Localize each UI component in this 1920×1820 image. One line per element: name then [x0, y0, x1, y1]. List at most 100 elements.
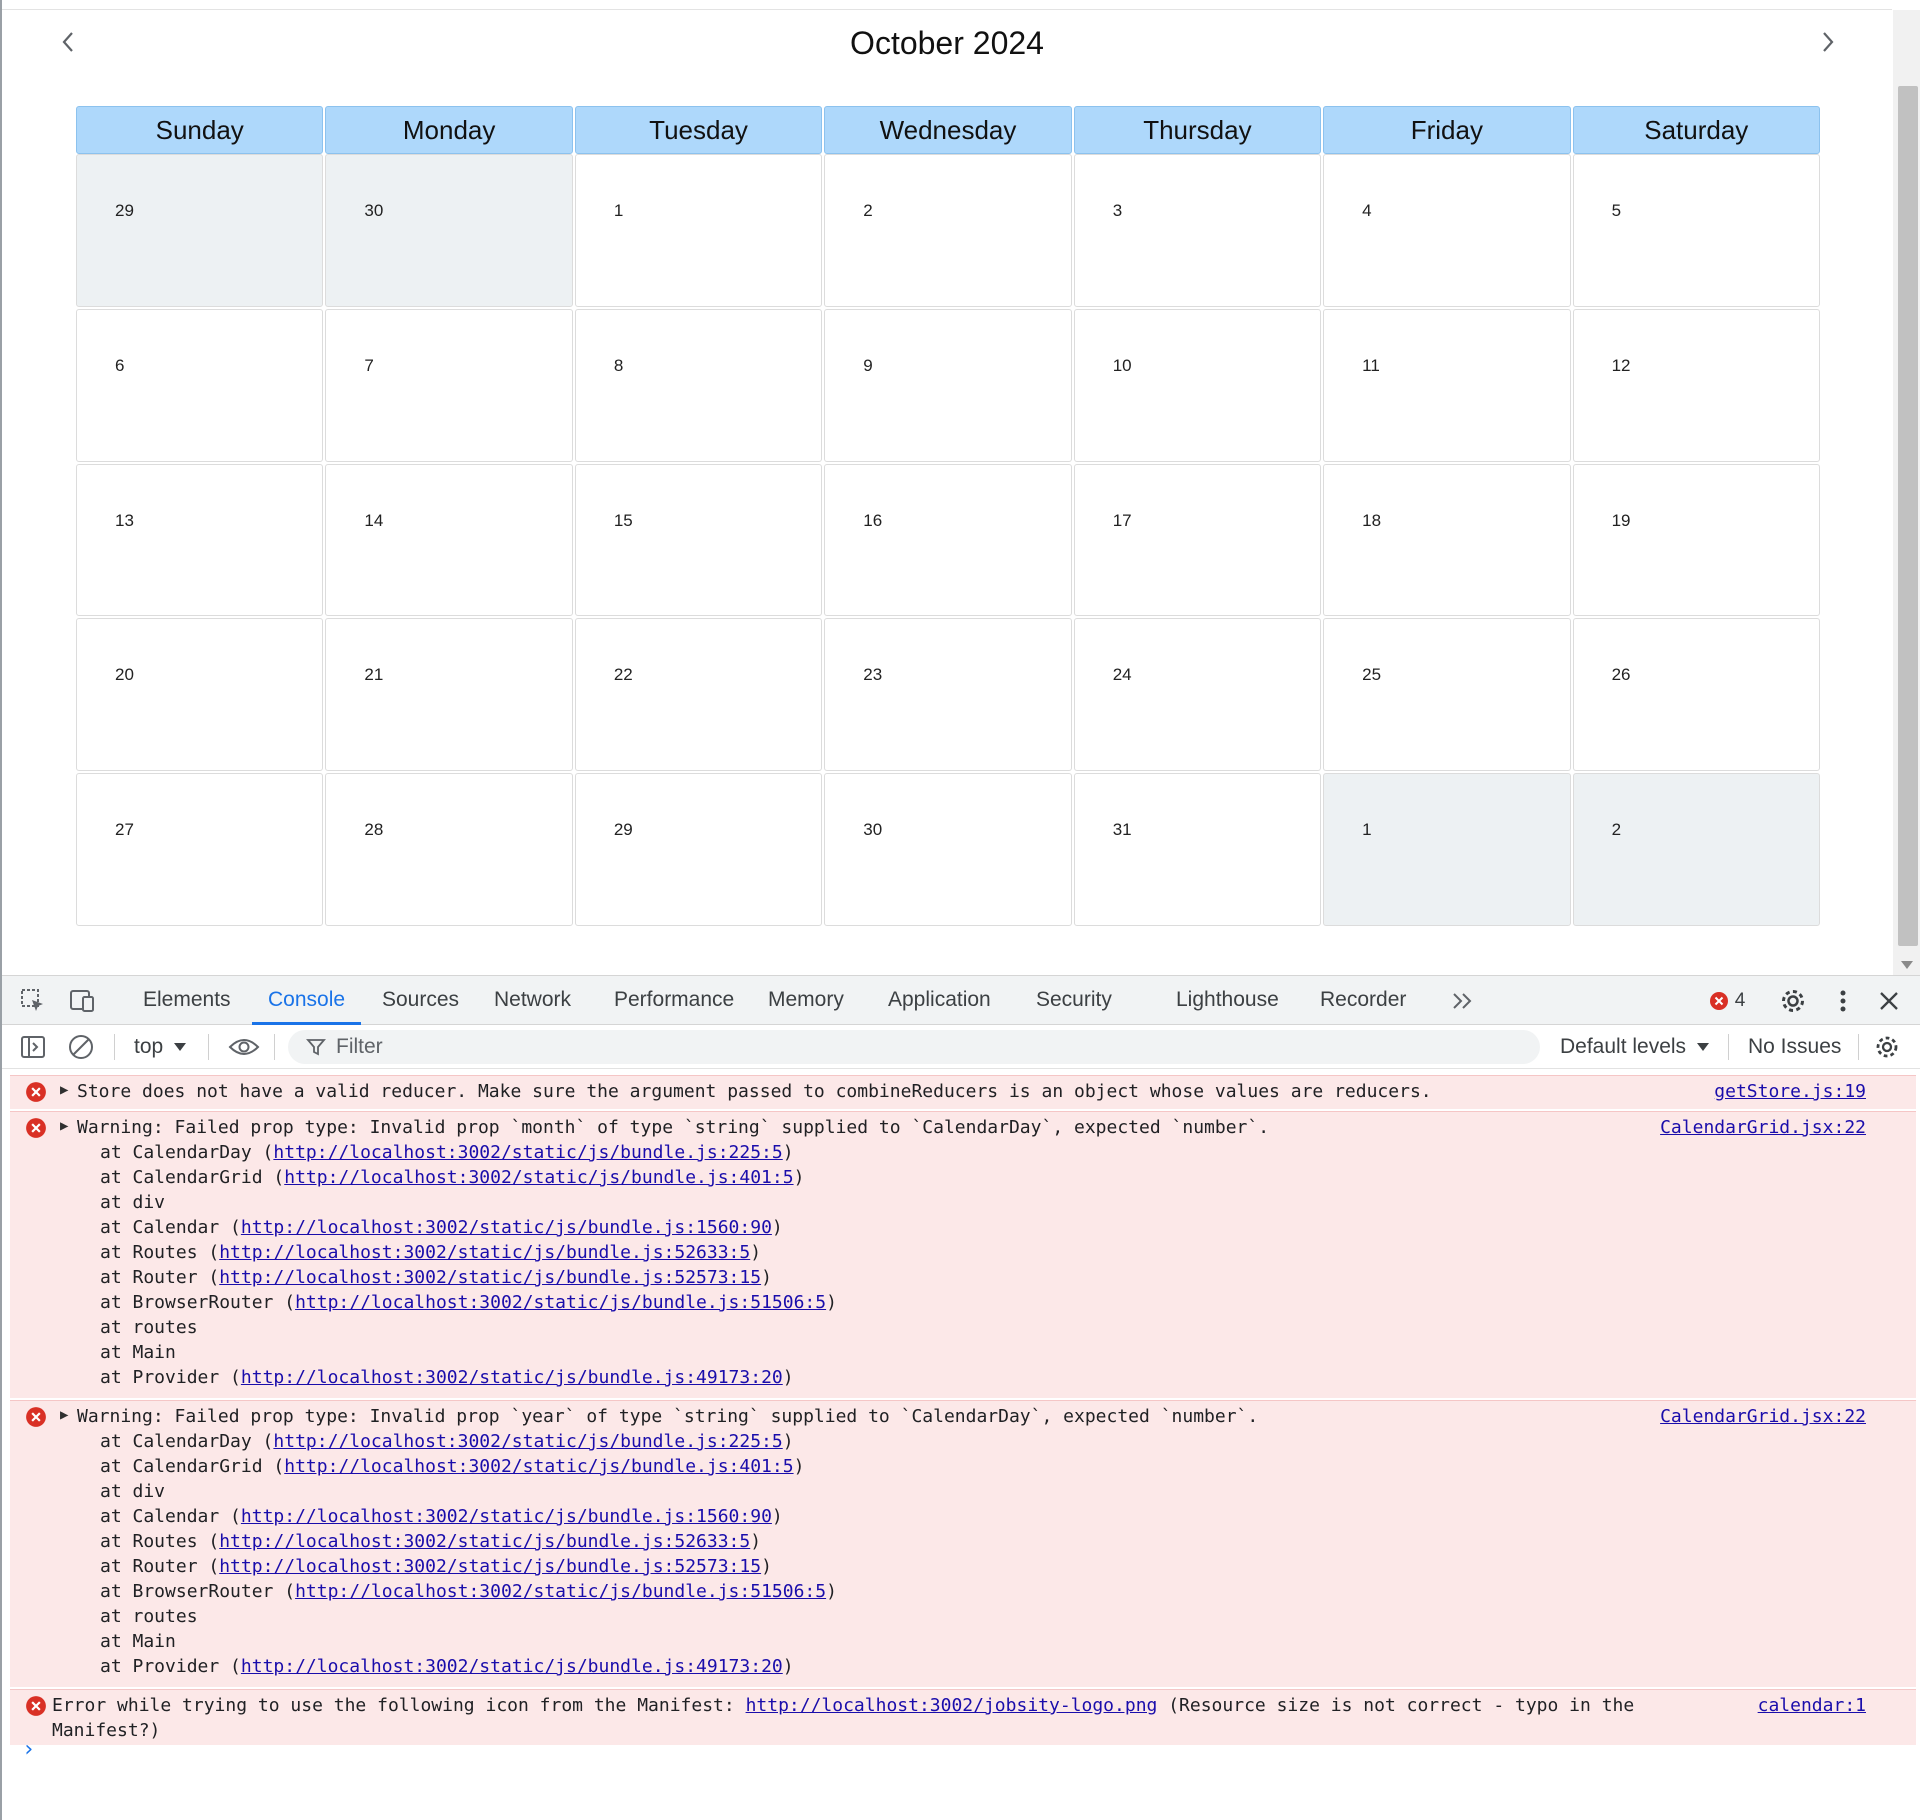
manifest-icon-link[interactable]: http://localhost:3002/jobsity-logo.png	[746, 1695, 1158, 1716]
stack-frame-link[interactable]: http://localhost:3002/static/js/bundle.j…	[241, 1217, 772, 1238]
stack-frame-link[interactable]: http://localhost:3002/static/js/bundle.j…	[295, 1581, 826, 1602]
stack-frame-link[interactable]: http://localhost:3002/static/js/bundle.j…	[219, 1267, 761, 1288]
device-toolbar-icon[interactable]	[66, 986, 96, 1016]
tab-application[interactable]: Application	[888, 976, 991, 1024]
console-settings-gear-icon[interactable]	[1872, 1032, 1902, 1062]
day-cell[interactable]: 8	[574, 308, 823, 462]
page-scrollbar[interactable]	[1893, 10, 1920, 975]
day-cell[interactable]: 2	[1572, 773, 1820, 926]
more-options-icon[interactable]	[1828, 986, 1858, 1016]
expand-triangle-icon[interactable]: ▶	[60, 1082, 68, 1098]
stack-frame-name: at Router (	[100, 1556, 220, 1577]
day-cell[interactable]: 3	[1073, 154, 1322, 307]
day-cell[interactable]: 14	[325, 463, 573, 617]
day-cell[interactable]: 17	[1073, 463, 1322, 617]
day-cell[interactable]: 26	[1572, 618, 1820, 772]
day-cell[interactable]: 24	[1073, 618, 1322, 772]
live-expression-eye-icon[interactable]	[226, 1032, 262, 1062]
day-cell[interactable]: 22	[574, 618, 823, 772]
day-number: 24	[1112, 665, 1132, 685]
issues-button[interactable]: No Issues	[1748, 1025, 1841, 1069]
log-levels-label: Default levels	[1560, 1035, 1687, 1058]
day-cell[interactable]: 1	[574, 154, 823, 307]
stack-frame-link[interactable]: http://localhost:3002/static/js/bundle.j…	[219, 1242, 750, 1263]
day-cell[interactable]: 1	[1323, 773, 1571, 926]
stack-frame-link[interactable]: http://localhost:3002/static/js/bundle.j…	[284, 1456, 793, 1477]
day-cell[interactable]: 27	[76, 773, 324, 926]
day-cell[interactable]: 9	[824, 308, 1072, 462]
stack-frame-link[interactable]: http://localhost:3002/static/js/bundle.j…	[219, 1531, 750, 1552]
log-levels-dropdown[interactable]: Default levels	[1560, 1025, 1710, 1069]
day-cell[interactable]: 30	[824, 773, 1072, 926]
scrollbar-thumb[interactable]	[1898, 86, 1918, 946]
day-cell[interactable]: 30	[325, 154, 573, 307]
day-cell[interactable]: 10	[1073, 308, 1322, 462]
tab-elements[interactable]: Elements	[143, 976, 231, 1024]
day-cell[interactable]: 20	[76, 618, 324, 772]
day-cell[interactable]: 18	[1323, 463, 1571, 617]
day-cell[interactable]: 28	[325, 773, 573, 926]
clear-console-icon[interactable]	[66, 1032, 96, 1062]
tab-network[interactable]: Network	[494, 976, 571, 1024]
expand-triangle-icon[interactable]: ▶	[60, 1118, 68, 1134]
day-cell[interactable]: 4	[1323, 154, 1571, 307]
filter-box[interactable]	[288, 1030, 1540, 1064]
day-cell[interactable]: 15	[574, 463, 823, 617]
tab-memory[interactable]: Memory	[768, 976, 844, 1024]
tab-security[interactable]: Security	[1036, 976, 1112, 1024]
day-cell[interactable]: 21	[325, 618, 573, 772]
stack-frame-link[interactable]: http://localhost:3002/static/js/bundle.j…	[219, 1556, 761, 1577]
console-error-message: ▶ Warning: Failed prop type: Invalid prop…	[10, 1400, 1916, 1687]
next-month-button[interactable]	[1808, 22, 1848, 62]
console-error-message: ▶ Store does not have a valid reducer. Ma…	[10, 1075, 1916, 1109]
scroll-down-arrow-icon[interactable]	[1901, 961, 1913, 969]
tab-performance[interactable]: Performance	[614, 976, 734, 1024]
more-tabs-icon[interactable]	[1448, 986, 1478, 1016]
day-cell[interactable]: 11	[1323, 308, 1571, 462]
day-cell[interactable]: 5	[1572, 154, 1820, 307]
close-devtools-icon[interactable]	[1874, 986, 1904, 1016]
weekday-monday: Monday	[325, 106, 573, 154]
source-link[interactable]: CalendarGrid.jsx:22	[1660, 1115, 1866, 1140]
settings-gear-icon[interactable]	[1778, 986, 1808, 1016]
day-cell[interactable]: 6	[76, 308, 324, 462]
tab-console[interactable]: Console	[251, 976, 362, 1025]
stack-frame: at CalendarDay (http://localhost:3002/st…	[100, 1429, 794, 1454]
stack-frame-link[interactable]: http://localhost:3002/static/js/bundle.j…	[273, 1142, 782, 1163]
stack-frame-name: at div	[100, 1481, 166, 1502]
error-counter[interactable]: 4	[1702, 986, 1752, 1016]
day-cell[interactable]: 23	[824, 618, 1072, 772]
day-cell[interactable]: 16	[824, 463, 1072, 617]
filter-input[interactable]	[334, 1034, 1438, 1060]
day-cell[interactable]: 29	[76, 154, 324, 307]
stack-frame-link[interactable]: http://localhost:3002/static/js/bundle.j…	[241, 1367, 783, 1388]
source-link[interactable]: calendar:1	[1758, 1693, 1866, 1718]
day-cell[interactable]: 2	[824, 154, 1072, 307]
stack-frame-link[interactable]: http://localhost:3002/static/js/bundle.j…	[241, 1656, 783, 1677]
day-cell[interactable]: 25	[1323, 618, 1571, 772]
day-cell[interactable]: 13	[76, 463, 324, 617]
stack-frame: at Calendar (http://localhost:3002/stati…	[100, 1215, 783, 1240]
tab-recorder[interactable]: Recorder	[1320, 976, 1406, 1024]
sidebar-toggle-icon[interactable]	[18, 1032, 48, 1062]
tab-sources[interactable]: Sources	[382, 976, 459, 1024]
day-cell[interactable]: 31	[1073, 773, 1322, 926]
stack-frame-close: )	[782, 1656, 794, 1677]
expand-triangle-icon[interactable]: ▶	[60, 1407, 68, 1423]
day-cell[interactable]: 12	[1572, 308, 1820, 462]
stack-frame-link[interactable]: http://localhost:3002/static/js/bundle.j…	[295, 1292, 826, 1313]
stack-frame-link[interactable]: http://localhost:3002/static/js/bundle.j…	[284, 1167, 793, 1188]
stack-frame-link[interactable]: http://localhost:3002/static/js/bundle.j…	[241, 1506, 772, 1527]
stack-frame-link[interactable]: http://localhost:3002/static/js/bundle.j…	[273, 1431, 782, 1452]
source-link[interactable]: CalendarGrid.jsx:22	[1660, 1404, 1866, 1429]
source-link[interactable]: getStore.js:19	[1714, 1079, 1866, 1104]
day-cell[interactable]: 19	[1572, 463, 1820, 617]
day-cell[interactable]: 29	[574, 773, 823, 926]
tab-lighthouse[interactable]: Lighthouse	[1176, 976, 1279, 1024]
context-selector[interactable]: top	[134, 1025, 187, 1069]
day-cell[interactable]: 7	[325, 308, 573, 462]
inspect-element-icon[interactable]	[18, 986, 48, 1016]
stack-frame-name: at Main	[100, 1342, 176, 1363]
stack-frame-close: )	[761, 1267, 772, 1288]
stack-frame-name: at routes	[100, 1317, 198, 1338]
